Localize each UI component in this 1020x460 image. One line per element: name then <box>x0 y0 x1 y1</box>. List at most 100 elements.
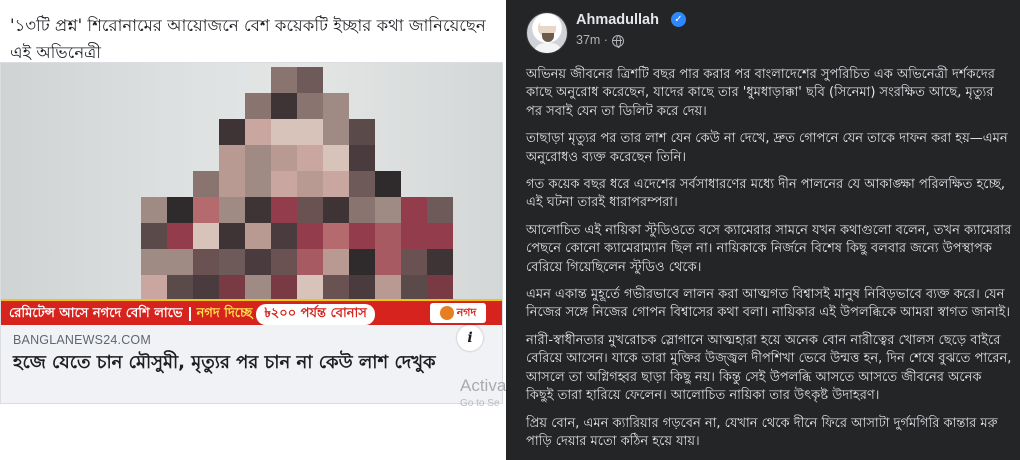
post-timestamp[interactable]: 37m · <box>576 33 608 47</box>
pixel-block <box>141 223 167 249</box>
pixel-block <box>219 223 245 249</box>
pixel-block <box>167 223 193 249</box>
ticker-text-1: রেমিটেন্স আসে নগদে বেশি লাভে <box>9 306 183 321</box>
globe-icon <box>612 35 624 48</box>
pixel-block <box>401 249 427 275</box>
avatar-cap <box>540 18 556 26</box>
pixel-block <box>297 275 323 301</box>
avatar-shirt <box>533 43 563 53</box>
pixel-block <box>271 145 297 171</box>
pixel-block <box>193 223 219 249</box>
link-preview-card[interactable]: রেমিটেন্স আসে নগদে বেশি লাভে নগদ দিচ্ছে ৳২… <box>0 62 503 404</box>
pixel-block <box>297 171 323 197</box>
pixel-block <box>323 93 349 119</box>
pixel-block <box>297 223 323 249</box>
author-avatar[interactable] <box>526 12 568 54</box>
pixelated-photo[interactable]: রেমিটেন্স আসে নগদে বেশি লাভে নগদ দিচ্ছে ৳২… <box>1 63 502 325</box>
pixel-block <box>323 249 349 275</box>
pixel-block <box>245 197 271 223</box>
pixel-block <box>141 249 167 275</box>
pixel-block <box>245 119 271 145</box>
pixel-block <box>349 119 375 145</box>
pixel-block <box>375 223 401 249</box>
post-paragraph: নারী-স্বাধীনতার মুখরোচক স্লোগানে আত্মহার… <box>526 332 1012 404</box>
facebook-post: Ahmadullah ✓ 37m · অভিনয় জীবনের ত্রিশটি… <box>506 0 1020 460</box>
pixel-block <box>271 171 297 197</box>
pixel-block <box>375 171 401 197</box>
link-headline[interactable]: হজে যেতে চান মৌসুমী, মৃত্যুর পর চান না ক… <box>13 350 473 375</box>
post-paragraph: তাছাড়া মৃত্যুর পর তার লাশ যেন কেউ না দে… <box>526 131 1008 165</box>
logo-mark-icon <box>439 306 454 320</box>
pixel-block <box>271 223 297 249</box>
pixel-block <box>349 171 375 197</box>
pixel-block <box>271 93 297 119</box>
pixel-block <box>375 275 401 301</box>
pixel-block <box>349 223 375 249</box>
pixel-block <box>245 171 271 197</box>
pixel-block <box>427 275 453 301</box>
news-ticker: রেমিটেন্স আসে নগদে বেশি লাভে নগদ দিচ্ছে ৳২… <box>1 299 502 325</box>
pixel-block <box>323 223 349 249</box>
pixel-block <box>245 93 271 119</box>
pixel-block <box>219 171 245 197</box>
pixel-block <box>219 197 245 223</box>
pixel-block <box>219 119 245 145</box>
pixel-block <box>245 275 271 301</box>
pixel-block <box>193 171 219 197</box>
pixel-block <box>297 119 323 145</box>
avatar-beard <box>542 33 554 42</box>
channel-name: নগদ <box>456 306 477 319</box>
shared-post-panel: '১৩টি প্রশ্ন' শিরোনামের আয়োজনে বেশ কয়ে… <box>0 0 507 460</box>
pixel-block <box>349 275 375 301</box>
post-paragraph: এমন একান্ত মুহূর্তে গভীরভাবে লালন করা আত… <box>526 287 1011 321</box>
pixel-block <box>401 197 427 223</box>
pixel-block <box>297 197 323 223</box>
pixel-block <box>323 275 349 301</box>
pixel-block <box>245 145 271 171</box>
pixel-block <box>219 275 245 301</box>
pixel-block <box>427 197 453 223</box>
post-paragraph: প্রিয় বোন, এমন ক্যারিয়ার গড়বেন না, যে… <box>526 415 998 449</box>
activation-watermark-sub: Go to Se <box>460 398 500 409</box>
pixel-block <box>427 223 453 249</box>
pixel-block <box>245 249 271 275</box>
pixel-block <box>297 249 323 275</box>
pixel-block <box>193 275 219 301</box>
pixel-block <box>167 275 193 301</box>
pixel-block <box>401 275 427 301</box>
post-paragraph: গত কয়েক বছর ধরে এদেশের সর্বসাধারণের মধ্… <box>526 177 1005 211</box>
pixel-block <box>193 197 219 223</box>
pixel-block <box>141 197 167 223</box>
pixel-block <box>375 197 401 223</box>
post-body: অভিনয় জীবনের ত্রিশটি বছর পার করার পর বা… <box>526 66 1012 460</box>
pixel-block <box>297 145 323 171</box>
pixel-block <box>219 145 245 171</box>
post-paragraph: অভিনয় জীবনের ত্রিশটি বছর পার করার পর বা… <box>526 67 995 119</box>
author-name[interactable]: Ahmadullah <box>576 12 659 28</box>
pixel-block <box>427 249 453 275</box>
pixel-block <box>349 197 375 223</box>
post-caption: '১৩টি প্রশ্ন' শিরোনামের আয়োজনে বেশ কয়ে… <box>10 16 486 62</box>
pixel-block <box>219 249 245 275</box>
pixel-block <box>271 275 297 301</box>
channel-logo: নগদ <box>430 303 486 323</box>
pixel-block <box>271 67 297 93</box>
pixel-block <box>349 145 375 171</box>
pixel-block <box>375 249 401 275</box>
pixel-block <box>271 249 297 275</box>
pixel-block <box>167 249 193 275</box>
pixel-block <box>193 249 219 275</box>
activation-watermark: Activa <box>460 376 507 395</box>
pixel-block <box>271 119 297 145</box>
pixel-block <box>271 197 297 223</box>
pixel-block <box>245 223 271 249</box>
post-paragraph: আলোচিত এই নায়িকা স্টুডিওতে বসে ক্যামেরা… <box>526 222 1012 275</box>
pixel-block <box>167 197 193 223</box>
pixel-block <box>401 223 427 249</box>
info-icon[interactable]: i <box>457 325 483 351</box>
ticker-bonus: ৳২০০ পর্যন্ত বোনাস <box>256 304 375 325</box>
pixel-block <box>297 93 323 119</box>
pixel-block <box>323 119 349 145</box>
ticker-text-2: নগদ দিচ্ছে <box>196 306 253 321</box>
verified-badge-icon: ✓ <box>671 12 686 27</box>
